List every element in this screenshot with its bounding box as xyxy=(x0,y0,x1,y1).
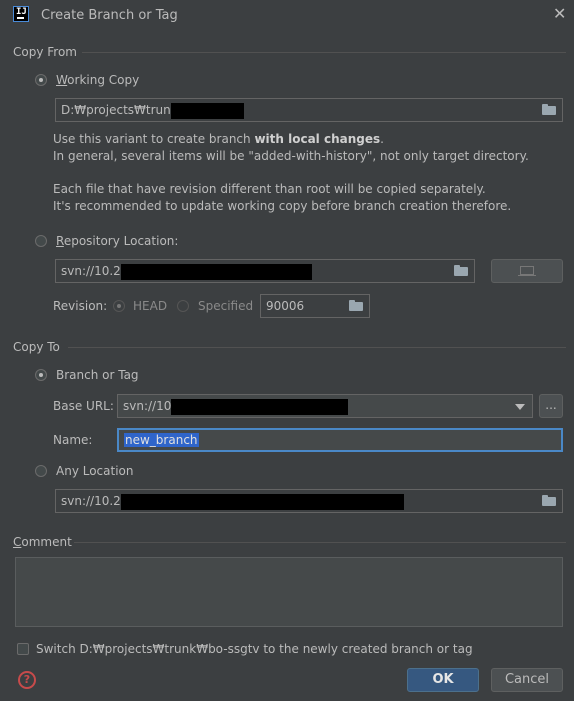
cancel-button[interactable]: Cancel xyxy=(491,668,563,692)
name-input[interactable]: new_branch xyxy=(117,428,563,452)
folder-icon[interactable] xyxy=(454,265,468,276)
computer-icon xyxy=(518,266,536,276)
switch-checkbox[interactable] xyxy=(17,643,29,655)
browse-repository-button[interactable] xyxy=(491,259,563,283)
base-url-browse-button[interactable]: ... xyxy=(539,394,563,418)
help-icon[interactable]: ? xyxy=(18,671,36,689)
repository-location-radio[interactable] xyxy=(35,235,47,247)
revision-label: Revision: xyxy=(53,299,108,313)
base-url-label: Base URL: xyxy=(53,399,114,413)
copy-to-separator xyxy=(68,347,566,348)
any-location-text: svn://10.2 xyxy=(61,494,121,508)
intellij-app-icon: IJ xyxy=(13,6,29,22)
branch-or-tag-radio[interactable] xyxy=(35,369,47,381)
base-url-combobox[interactable]: svn://10 xyxy=(117,394,533,418)
comment-separator xyxy=(74,542,566,543)
folder-icon[interactable] xyxy=(349,300,363,311)
ok-button[interactable]: OK xyxy=(407,668,479,692)
base-url-text: svn://10 xyxy=(123,399,172,413)
name-label: Name: xyxy=(53,433,93,447)
window-title: Create Branch or Tag xyxy=(41,8,178,23)
working-copy-path-text: D:₩projects₩trun xyxy=(61,103,171,117)
redacted-block xyxy=(120,493,404,510)
copy-from-section-label: Copy From xyxy=(13,45,77,59)
revision-value: 90006 xyxy=(266,299,305,313)
copy-to-section-label: Copy To xyxy=(13,340,60,354)
copy-from-separator xyxy=(82,52,566,53)
switch-checkbox-label[interactable]: Switch D:₩projects₩trunk₩bo-ssgtv to the… xyxy=(36,642,473,656)
close-icon[interactable]: ✕ xyxy=(553,4,566,23)
folder-icon[interactable] xyxy=(542,104,556,115)
any-location-field[interactable]: svn://10.2 xyxy=(55,489,563,513)
working-copy-path-field[interactable]: D:₩projects₩trun xyxy=(55,98,563,122)
revision-head-label: HEAD xyxy=(133,299,168,313)
redacted-block xyxy=(170,102,244,119)
revision-field[interactable]: 90006 xyxy=(260,294,370,318)
revision-specified-radio[interactable] xyxy=(177,300,189,312)
redacted-block xyxy=(120,263,312,280)
repository-location-label[interactable]: Repository Location: xyxy=(56,234,178,248)
chevron-down-icon[interactable] xyxy=(515,404,525,410)
folder-icon[interactable] xyxy=(542,495,556,506)
comment-textarea[interactable] xyxy=(15,557,563,627)
revision-specified-label: Specified xyxy=(198,299,254,313)
revision-head-radio[interactable] xyxy=(113,300,125,312)
redacted-block xyxy=(171,398,349,415)
name-input-value: new_branch xyxy=(124,433,199,447)
any-location-radio[interactable] xyxy=(35,465,47,477)
branch-or-tag-label[interactable]: Branch or Tag xyxy=(56,368,139,382)
repository-location-field[interactable]: svn://10.2 xyxy=(55,259,475,283)
comment-section-label: Comment xyxy=(13,535,72,549)
any-location-label[interactable]: Any Location xyxy=(56,464,133,478)
working-copy-radio[interactable] xyxy=(35,74,47,86)
repository-location-text: svn://10.2 xyxy=(61,264,121,278)
working-copy-description: Use this variant to create branch with l… xyxy=(53,132,529,213)
working-copy-label[interactable]: Working Copy xyxy=(56,73,139,87)
